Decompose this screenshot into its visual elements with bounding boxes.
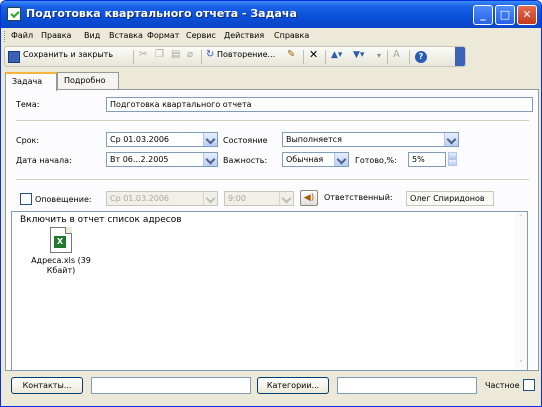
priority-value: Обычная <box>286 155 324 164</box>
task-window: Подготовка квартального отчета - Задача … <box>0 0 542 407</box>
scroll-down-icon[interactable]: ˅ <box>516 359 526 369</box>
private-checkbox[interactable] <box>523 379 535 391</box>
attachment-label: Адреса.xls (39 Кбайт) <box>31 256 91 275</box>
tab-strip: Задача Подробно <box>5 72 539 91</box>
dropdown-icon[interactable]: ▾ <box>377 51 381 60</box>
reminder-time-value: 9:00 <box>228 194 246 203</box>
tab-details[interactable]: Подробно <box>57 72 119 90</box>
notes-scrollbar[interactable]: ˄ ˅ <box>515 212 527 370</box>
toolbar-separator <box>201 50 202 64</box>
notes-text: Включить в отчет список адресов <box>20 215 182 225</box>
reminder-sound-button[interactable]: ◀) <box>300 190 318 206</box>
due-date-value: Ср 01.03.2006 <box>110 135 170 144</box>
save-close-button[interactable]: Сохранить и закрыть <box>23 50 113 59</box>
save-icon <box>8 51 20 63</box>
menu-actions[interactable]: Действия <box>224 31 264 40</box>
status-label: Состояние <box>223 136 268 145</box>
format-icon[interactable]: A <box>393 49 400 60</box>
notes-area[interactable]: Включить в отчет список адресов X Адреса… <box>11 211 528 371</box>
toolbar-separator <box>409 50 410 64</box>
reminder-time-select[interactable]: 9:00 <box>224 191 294 206</box>
menu-grip[interactable] <box>4 31 7 42</box>
standard-toolbar: Сохранить и закрыть ✂ ❐ ▤ ⌀ ↻ Повторение… <box>4 46 466 67</box>
menu-edit[interactable]: Правка <box>41 31 71 40</box>
priority-label: Важность: <box>223 156 268 165</box>
complete-input[interactable]: 5% <box>408 152 446 167</box>
menu-help[interactable]: Справка <box>274 31 309 40</box>
close-button[interactable]: ✕ <box>517 5 537 25</box>
chevron-down-icon[interactable] <box>334 153 348 166</box>
chevron-down-icon[interactable] <box>203 133 217 146</box>
scroll-up-icon[interactable]: ˄ <box>516 213 526 223</box>
categories-field[interactable] <box>337 377 477 394</box>
reminder-date-value: Ср 01.03.2006 <box>110 194 170 203</box>
menu-file[interactable]: Файл <box>11 31 33 40</box>
toolbar-options-icon[interactable] <box>455 47 465 66</box>
paste-icon[interactable]: ▤ <box>171 49 180 60</box>
menu-bar: Файл Правка Вид Вставка Формат Сервис Де… <box>1 28 541 45</box>
recurrence-button[interactable]: Повторение... <box>217 50 275 59</box>
separator <box>16 179 529 180</box>
complete-label: Готово,%: <box>355 156 397 165</box>
status-select[interactable]: Выполняется <box>282 132 459 147</box>
previous-item-icon[interactable]: ▲▾ <box>331 50 342 60</box>
percent-spinner[interactable] <box>448 152 457 167</box>
recurrence-icon: ↻ <box>206 49 215 60</box>
chevron-down-icon[interactable] <box>203 153 217 166</box>
contacts-field[interactable] <box>91 377 251 394</box>
menu-view[interactable]: Вид <box>84 31 100 40</box>
chevron-down-icon[interactable] <box>279 192 293 205</box>
start-date-select[interactable]: Вт 06...2.2005 <box>106 152 218 167</box>
start-label: Дата начала: <box>16 156 72 165</box>
task-icon <box>7 7 21 21</box>
next-item-icon[interactable]: ▼▾ <box>353 50 364 60</box>
tab-task[interactable]: Задача <box>5 72 57 91</box>
maximize-button[interactable]: □ <box>495 5 515 25</box>
attachment-item[interactable]: X Адреса.xls (39 Кбайт) <box>30 227 92 276</box>
owner-field: Олег Спиридонов <box>406 191 494 206</box>
toolbar-separator <box>303 50 304 64</box>
private-label: Частное <box>485 381 520 390</box>
chevron-down-icon[interactable] <box>203 192 217 205</box>
speaker-icon: ◀) <box>303 193 315 203</box>
bottom-bar: Контакты... Категории... Частное <box>1 373 541 406</box>
categories-button[interactable]: Категории... <box>257 377 329 394</box>
start-date-value: Вт 06...2.2005 <box>110 155 169 164</box>
reminder-label: Оповещение: <box>35 195 92 204</box>
title-bar[interactable]: Подготовка квартального отчета - Задача … <box>1 1 541 28</box>
subject-label: Тема: <box>16 100 40 109</box>
reminder-checkbox[interactable] <box>20 193 32 205</box>
toolbar-separator <box>133 50 134 64</box>
separator <box>16 120 529 121</box>
toolbar-separator <box>387 50 388 64</box>
minimize-button[interactable]: _ <box>473 5 493 25</box>
help-icon[interactable]: ? <box>415 51 427 63</box>
owner-label: Ответственный: <box>324 193 393 202</box>
due-label: Срок: <box>16 136 40 145</box>
subject-input[interactable]: Подготовка квартального отчета <box>106 97 533 112</box>
attach-icon[interactable]: ⌀ <box>187 49 193 60</box>
priority-select[interactable]: Обычная <box>282 152 349 167</box>
chevron-down-icon[interactable] <box>444 133 458 146</box>
spin-down-icon[interactable] <box>448 159 457 166</box>
menu-tools[interactable]: Сервис <box>186 31 216 40</box>
spin-up-icon[interactable] <box>448 152 457 159</box>
copy-icon[interactable]: ❐ <box>155 49 164 60</box>
assign-icon[interactable]: ✎ <box>287 49 295 60</box>
reminder-date-select[interactable]: Ср 01.03.2006 <box>106 191 218 206</box>
menu-format[interactable]: Формат <box>147 31 179 40</box>
contacts-button[interactable]: Контакты... <box>11 377 83 394</box>
menu-insert[interactable]: Вставка <box>109 31 143 40</box>
cut-icon[interactable]: ✂ <box>139 49 147 60</box>
status-value: Выполняется <box>286 135 342 144</box>
due-date-select[interactable]: Ср 01.03.2006 <box>106 132 218 147</box>
delete-icon[interactable]: ✕ <box>309 48 318 61</box>
excel-file-icon: X <box>50 227 72 253</box>
window-title: Подготовка квартального отчета - Задача <box>26 7 297 20</box>
toolbar-separator <box>325 50 326 64</box>
